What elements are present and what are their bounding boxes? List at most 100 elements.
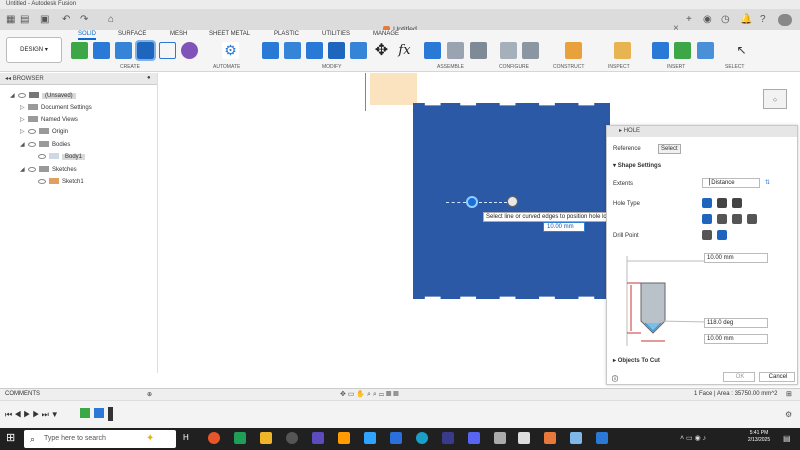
counterbore-icon[interactable] (717, 198, 727, 208)
offset-plane-icon[interactable] (565, 42, 582, 59)
insert-derive-icon[interactable] (652, 42, 669, 59)
sheets-icon[interactable] (234, 432, 246, 444)
app-icon-2[interactable] (390, 432, 402, 444)
form-icon[interactable] (181, 42, 198, 59)
discord-icon[interactable] (468, 432, 480, 444)
comments-label[interactable]: COMMENTS (5, 391, 40, 397)
objects-to-cut-section[interactable]: ▸ Objects To Cut (613, 357, 660, 364)
group-modify[interactable]: MODIFY (322, 64, 341, 70)
extents-dropdown[interactable]: ▕ Distance (702, 178, 760, 188)
cancel-button[interactable]: Cancel (759, 372, 795, 382)
configure-table-icon[interactable] (522, 42, 539, 59)
fillet-icon[interactable] (284, 42, 301, 59)
select-cursor-icon[interactable]: ↖ (733, 42, 750, 59)
extensions-icon[interactable]: ◉ (703, 15, 712, 25)
sketch-profile[interactable] (370, 73, 417, 105)
tree-sketches[interactable]: ◢ Sketches (20, 166, 77, 175)
tree-origin[interactable]: ▷ Origin (20, 128, 68, 137)
apps-grid-icon[interactable]: ▦ (6, 15, 15, 25)
file-menu-icon[interactable]: ▤ (20, 15, 29, 25)
tab-manage[interactable]: MANAGE (373, 31, 399, 37)
tab-plastic[interactable]: PLASTIC (274, 31, 299, 37)
illustrator-icon[interactable] (338, 432, 350, 444)
save-icon[interactable]: ▣ (40, 15, 49, 25)
app-icon-7[interactable] (570, 432, 582, 444)
joint-icon[interactable] (447, 42, 464, 59)
app-icon-6[interactable] (518, 432, 530, 444)
depth-input[interactable]: 10.00 mm (704, 253, 768, 263)
insert-canvas-icon[interactable] (697, 42, 714, 59)
tab-solid[interactable]: SOLID (78, 31, 97, 40)
home-icon[interactable]: ⌂ (108, 15, 114, 25)
app-icon-4[interactable] (442, 432, 454, 444)
ok-button[interactable]: OK (723, 372, 755, 382)
hole-icon[interactable] (135, 40, 156, 61)
firefox-icon[interactable] (208, 432, 220, 444)
group-insert[interactable]: INSERT (667, 64, 685, 70)
timeline-extrude-icon[interactable] (94, 408, 104, 418)
tree-root[interactable]: ◢ (Unsaved) (10, 92, 76, 101)
fusion-taskbar-icon[interactable] (544, 432, 556, 444)
pattern-icon[interactable] (159, 42, 176, 59)
tree-named-views[interactable]: ▷ Named Views (20, 116, 78, 125)
windows-start-icon[interactable]: ⊞ (6, 433, 15, 444)
group-create[interactable]: CREATE (120, 64, 140, 70)
help-icon[interactable]: ? (760, 15, 766, 25)
parameters-icon[interactable]: fx (396, 42, 413, 59)
flip-icon[interactable]: ⇅ (765, 179, 770, 186)
group-construct[interactable]: CONSTRUCT (553, 64, 584, 70)
distance-input[interactable]: 10.00 mm (543, 222, 585, 232)
notifications-icon[interactable]: 🔔 (740, 15, 752, 25)
measure-icon[interactable] (614, 42, 631, 59)
app-icon[interactable] (312, 432, 324, 444)
as-built-joint-icon[interactable] (470, 42, 487, 59)
task-view-icon[interactable]: H (183, 432, 195, 444)
point-handle[interactable] (507, 196, 518, 207)
browser-header[interactable]: ◂◂ BROWSER ● (0, 73, 157, 85)
group-configure[interactable]: CONFIGURE (499, 64, 529, 70)
view-cube[interactable]: ◇ (763, 89, 787, 109)
extrude-icon[interactable] (93, 42, 110, 59)
simple-hole-icon[interactable] (702, 198, 712, 208)
browser-options-icon[interactable]: ● (147, 75, 151, 81)
combine-icon[interactable] (350, 42, 367, 59)
timeline-controls[interactable]: ⏮◀▶▶⏭▼ (5, 410, 61, 420)
create-sketch-icon[interactable] (71, 42, 88, 59)
group-select[interactable]: SELECT (725, 64, 744, 70)
taskbar-clock[interactable]: 5:41 PM 2/13/2025 (742, 430, 776, 444)
notification-center-icon[interactable]: ▤ (783, 434, 791, 443)
undo-icon[interactable]: ↶ (62, 15, 70, 25)
configure-icon[interactable] (500, 42, 517, 59)
tab-mesh[interactable]: MESH (170, 31, 187, 37)
hole-position-manipulator[interactable] (466, 196, 478, 208)
app-icon-5[interactable] (494, 432, 506, 444)
countersink-icon[interactable] (732, 198, 742, 208)
hole-tap-clearance-icon[interactable] (717, 214, 727, 224)
press-pull-icon[interactable] (262, 42, 279, 59)
job-status-icon[interactable]: ◷ (721, 15, 730, 25)
settings-icon[interactable] (286, 432, 298, 444)
group-inspect[interactable]: INSPECT (608, 64, 630, 70)
tree-body1[interactable]: Body1 (38, 153, 86, 162)
shape-settings-section[interactable]: ▾ Shape Settings (613, 162, 661, 169)
comments-toggle-icon[interactable]: ⊕ (147, 391, 152, 398)
account-avatar[interactable] (778, 14, 792, 26)
tree-document-settings[interactable]: ▷ Document Settings (20, 104, 92, 113)
drill-flat-icon[interactable] (702, 230, 712, 240)
info-icon[interactable]: ⓘ (612, 374, 618, 383)
group-automate[interactable]: AUTOMATE (213, 64, 240, 70)
navigation-tools[interactable]: ✥ ▭ ✋ ⌕ ⌕ ▭ ▦ ▦ (340, 390, 399, 399)
workspace-switcher[interactable]: DESIGN ▾ (6, 37, 62, 63)
file-explorer-icon[interactable] (260, 432, 272, 444)
system-tray-icons[interactable]: ˄ ▭ ◉ ♪ (680, 434, 706, 442)
hole-tap-simple-icon[interactable] (702, 214, 712, 224)
taskbar-search[interactable]: ⌕ Type here to search ✦ (24, 430, 176, 448)
shell-icon[interactable] (328, 42, 345, 59)
redo-icon[interactable]: ↷ (80, 15, 88, 25)
timeline-sketch-icon[interactable] (80, 408, 90, 418)
timeline-marker[interactable] (108, 407, 113, 421)
new-tab-icon[interactable]: + (686, 15, 692, 25)
app-icon-3[interactable] (416, 432, 428, 444)
tab-surface[interactable]: SURFACE (118, 31, 146, 37)
chamfer-icon[interactable] (306, 42, 323, 59)
